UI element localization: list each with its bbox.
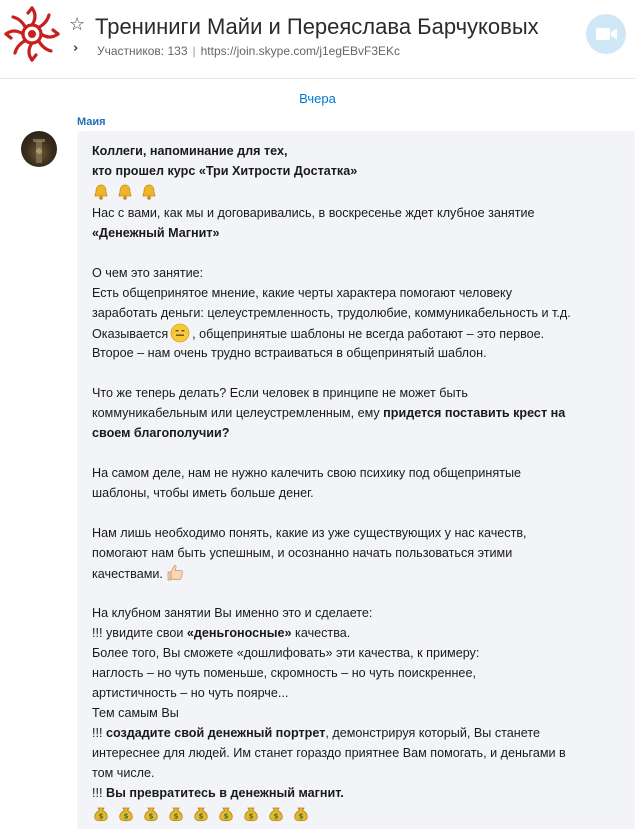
- money-bag-icon: $: [294, 807, 308, 822]
- message-fragment: Оказывается: [92, 327, 169, 341]
- message-line: «Денежный Магнит»: [92, 226, 220, 240]
- money-bag-icon: $: [119, 807, 133, 822]
- svg-text:$: $: [274, 813, 279, 821]
- svg-text:$: $: [249, 813, 254, 821]
- video-call-button[interactable]: [586, 14, 626, 54]
- message-fragment: !!! увидите свои: [92, 626, 187, 640]
- svg-text:$: $: [224, 813, 229, 821]
- money-bag-icon: $: [244, 807, 258, 822]
- message-line: О чем это занятие:: [92, 266, 204, 280]
- message-line: Второе – нам очень трудно встраиваться в…: [92, 346, 487, 360]
- svg-text:$: $: [99, 813, 104, 821]
- message-line: наглость – но чуть поменьше, скромность …: [92, 666, 476, 680]
- svg-text:$: $: [199, 813, 204, 821]
- bell-icon: [142, 184, 156, 200]
- message-line: Есть общепринятое мнение, какие черты ха…: [92, 286, 512, 300]
- message-text: Коллеги, напоминание для тех, кто прошел…: [92, 141, 627, 825]
- chat-title: Трениниги Майи и Переяслава Барчуковых: [95, 14, 539, 39]
- money-bag-icon: $: [169, 807, 183, 822]
- message-line: артистичность – но чуть поярче...: [92, 686, 289, 700]
- message-line: кто прошел курс «Три Хитрости Достатка»: [92, 164, 358, 178]
- message-line: Нам лишь необходимо понять, какие из уже…: [92, 526, 527, 540]
- sender-name[interactable]: Маия: [77, 115, 106, 129]
- message-line: том числе.: [92, 766, 155, 780]
- video-camera-icon: [596, 28, 617, 40]
- money-bag-icon: $: [194, 807, 208, 822]
- svg-text:$: $: [149, 813, 154, 821]
- message-line: шаблоны, чтобы иметь больше денег.: [92, 486, 314, 500]
- svg-text:$: $: [299, 813, 304, 821]
- thumbs-up-icon: [167, 565, 183, 581]
- message-fragment: !!!: [92, 786, 106, 800]
- message-line: заработать деньги: целеустремленность, т…: [92, 306, 571, 320]
- message-line: На клубном занятии Вы именно это и сдела…: [92, 606, 373, 620]
- slavic-sun-logo-icon: [4, 6, 60, 62]
- day-separator: Вчера: [299, 91, 336, 106]
- message-line: Что же теперь делать? Если человек в при…: [92, 386, 468, 400]
- message-fragment: , демонстрируя который, Вы станете: [325, 726, 540, 740]
- thinking-face-icon: [170, 323, 190, 343]
- money-bag-icon: $: [144, 807, 158, 822]
- svg-text:$: $: [124, 813, 129, 821]
- message-fragment: !!!: [92, 726, 106, 740]
- money-bag-row: $ $ $ $ $ $ $ $ $: [92, 803, 627, 825]
- favorite-star-icon[interactable]: ☆: [69, 15, 85, 35]
- message-fragment: придется поставить крест на: [383, 406, 566, 420]
- message-fragment: качествами.: [92, 567, 163, 581]
- chat-header: ☆ Трениниги Майи и Переяслава Барчуковых…: [0, 0, 635, 79]
- join-link[interactable]: https://join.skype.com/j1egEBvF3EKc: [201, 44, 400, 58]
- group-avatar[interactable]: [2, 4, 62, 64]
- message-fragment: коммуникабельным или целеустремленным, е…: [92, 406, 384, 420]
- money-bag-icon: $: [94, 807, 108, 822]
- subtitle-separator: |: [192, 44, 196, 58]
- message-line: интереснее для людей. Им станет гораздо …: [92, 746, 566, 760]
- svg-text:$: $: [174, 813, 179, 821]
- message-line: своем благополучии?: [92, 426, 230, 440]
- money-bag-icon: $: [269, 807, 283, 822]
- message-fragment: качества.: [291, 626, 351, 640]
- message-line: помогают нам быть успешным, и осознанно …: [92, 546, 513, 560]
- message-line: Нас с вами, как мы и договаривались, в в…: [92, 206, 535, 220]
- bell-icon: [94, 184, 108, 200]
- message-fragment: «деньгоносные»: [186, 626, 292, 640]
- chat-subtitle: Участников: 133 | https://join.skype.com/j…: [97, 43, 400, 59]
- message-fragment: создадите свой денежный портрет: [106, 726, 326, 740]
- participants-count: Участников: 133: [97, 44, 188, 58]
- message-line: Тем самым Вы: [92, 706, 179, 720]
- avatar-photo: [33, 139, 45, 163]
- sender-avatar[interactable]: [21, 131, 57, 167]
- message-line: На самом деле, нам не нужно калечить сво…: [92, 466, 522, 480]
- bell-icon: [118, 184, 132, 200]
- message-fragment: , общепринятые шаблоны не всегда работаю…: [192, 327, 545, 341]
- message-line: Более того, Вы сможете «дошлифовать» эти…: [92, 646, 480, 660]
- message-fragment: Вы превратитесь в денежный магнит.: [106, 786, 344, 800]
- money-bag-icon: $: [219, 807, 233, 822]
- bell-row: [92, 181, 627, 203]
- chevron-right-icon[interactable]: ›: [73, 41, 78, 57]
- message-line: Коллеги, напоминание для тех,: [92, 144, 288, 158]
